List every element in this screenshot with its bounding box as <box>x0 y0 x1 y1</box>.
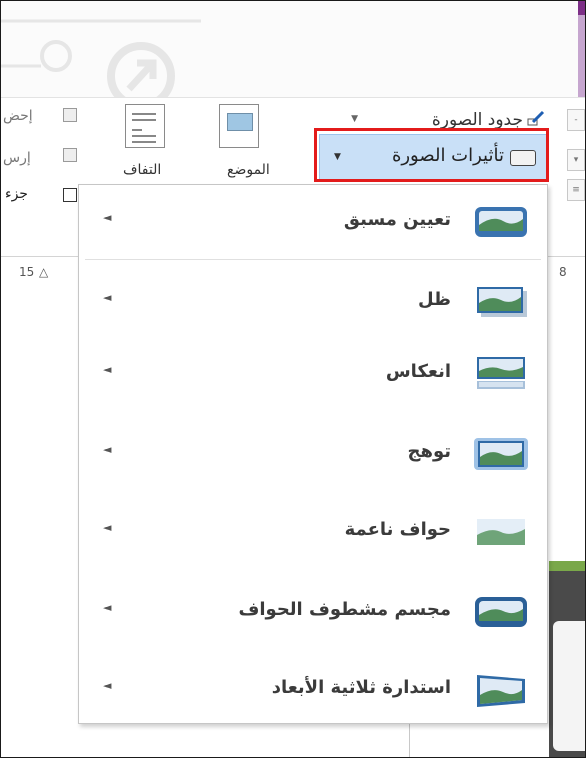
wrap-text-icon[interactable] <box>125 104 165 148</box>
submenu-arrow-icon: ◄ <box>103 443 112 456</box>
menu-item-preset[interactable]: تعيين مسبق ◄ <box>83 191 543 251</box>
submenu-arrow-icon: ◄ <box>103 521 112 534</box>
submenu-arrow-icon: ◄ <box>103 211 112 224</box>
3d-rotation-icon <box>477 675 525 707</box>
ruler-number: 8 <box>559 265 567 279</box>
position-icon[interactable] <box>219 104 259 148</box>
selection-pane-icon[interactable] <box>63 188 77 202</box>
chevron-down-icon: ▼ <box>351 114 358 124</box>
menu-separator <box>85 259 541 260</box>
watermark-arrow-icon <box>1 19 201 101</box>
document-image-accent <box>549 561 585 571</box>
menu-item-reflection[interactable]: انعكاس ◄ <box>83 343 543 403</box>
gallery-scroll-up[interactable]: - <box>567 109 585 131</box>
send-backward-label[interactable]: إرس <box>3 150 31 166</box>
pen-icon <box>527 110 545 126</box>
selection-pane-label[interactable]: جزء <box>5 186 28 202</box>
document-card <box>553 621 585 751</box>
menu-item-3d-rotation[interactable]: استدارة ثلاثية الأبعاد ◄ <box>83 659 543 719</box>
menu-item-label: استدارة ثلاثية الأبعاد <box>271 677 451 698</box>
highlight-box <box>314 128 549 182</box>
bevel-icon <box>475 597 527 627</box>
bring-forward-icon[interactable] <box>63 108 77 122</box>
menu-item-label: تعيين مسبق <box>343 209 451 230</box>
menu-item-label: ظل <box>417 289 451 310</box>
submenu-arrow-icon: ◄ <box>103 601 112 614</box>
soft-edges-icon <box>477 519 525 545</box>
submenu-arrow-icon: ◄ <box>103 363 112 376</box>
ruler-number: 15 <box>19 265 35 279</box>
ribbon-top-area <box>1 1 585 101</box>
submenu-arrow-icon: ◄ <box>103 679 112 692</box>
shadow-icon <box>477 287 527 317</box>
menu-item-soft-edges[interactable]: حواف ناعمة ◄ <box>83 501 543 561</box>
app-window: إحض إرس جزء التفاف الموضع جدود الصورة ▼ <box>0 0 586 758</box>
ruler-marker-icon: △ <box>39 265 49 279</box>
position-label[interactable]: الموضع <box>227 162 270 178</box>
picture-borders-label: جدود الصورة <box>431 110 523 130</box>
menu-item-glow[interactable]: توهج ◄ <box>83 423 543 483</box>
submenu-arrow-icon: ◄ <box>103 291 112 304</box>
picture-effects-menu: تعيين مسبق ◄ ظل ◄ انعكاس ◄ توهج ◄ حواف ن… <box>78 184 548 724</box>
menu-item-label: توهج <box>407 441 452 462</box>
accent-strip <box>578 1 585 101</box>
glow-icon <box>474 438 528 470</box>
gallery-more[interactable]: ≡ <box>567 179 585 201</box>
wrap-text-label[interactable]: التفاف <box>123 162 161 178</box>
menu-item-shadow[interactable]: ظل ◄ <box>83 271 543 331</box>
menu-item-label: حواف ناعمة <box>344 519 451 540</box>
bring-forward-label[interactable]: إحض <box>3 108 33 124</box>
gallery-scroll-down[interactable]: ▾ <box>567 149 585 171</box>
reflection-icon <box>477 357 525 389</box>
menu-item-label: مجسم مشطوف الحواف <box>238 599 451 620</box>
menu-item-bevel[interactable]: مجسم مشطوف الحواف ◄ <box>83 581 543 641</box>
menu-item-label: انعكاس <box>385 361 451 382</box>
send-backward-icon[interactable] <box>63 148 77 162</box>
preset-icon <box>475 207 527 237</box>
